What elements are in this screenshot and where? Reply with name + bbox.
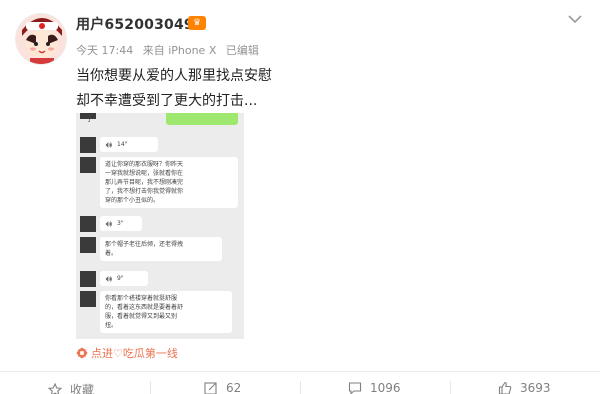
repost-icon [204, 382, 217, 394]
voice-duration: 9" [117, 275, 124, 282]
weibo-post: 用户6520030499 ♛ 今天 17:44 来自 iPhone X 已编辑 … [0, 0, 600, 394]
chat-message: 14" [80, 137, 158, 153]
chat-avatar [80, 157, 96, 173]
footer-separator [300, 381, 301, 394]
voice-icon [105, 275, 112, 282]
chat-screenshot-image[interactable]: 子 14" 道让你穿的那衣服呀？你昨天 一穿我就想说呢，张就看你在 那儿弄节目呢… [76, 113, 244, 339]
post-meta: 今天 17:44 来自 iPhone X 已编辑 [76, 42, 265, 58]
thumbs-up-icon [498, 381, 512, 394]
post-time[interactable]: 今天 17:44 [76, 44, 133, 57]
avatar[interactable] [15, 13, 67, 65]
vip-icon: ♛ [188, 16, 206, 30]
post-source: 来自 iPhone X [142, 44, 217, 57]
text-bubble: 道让你穿的那衣服呀？你昨天 一穿我就想说呢，张就看你在 那儿弄节目呢，我不想刚凑… [100, 157, 238, 208]
voice-bubble: 14" [100, 137, 158, 152]
chat-avatar [80, 271, 96, 287]
chat-message: 道让你穿的那衣服呀？你昨天 一穿我就想说呢，张就看你在 那儿弄节目呢，我不想刚凑… [80, 157, 238, 208]
chat-message: 你看那个褡褛穿着就挺舒服 的，看着这东西就是要着着舒 服，看着就觉得又到最又别 … [80, 291, 232, 333]
source-link[interactable]: 点进♡吃瓜第一线 [76, 345, 178, 361]
chevron-down-icon[interactable] [568, 14, 582, 24]
voice-duration: 3" [117, 220, 124, 227]
comment-icon [348, 382, 362, 394]
favorite-label: 收藏 [70, 383, 95, 394]
footer-divider [0, 371, 600, 372]
post-text-line: 却不幸遭受到了更大的打击... [76, 93, 258, 109]
chat-message: 那个帽子老往后倾，还老得拽 着。 [80, 237, 222, 261]
username[interactable]: 用户6520030499 [76, 14, 204, 34]
voice-icon [105, 220, 112, 227]
green-bubble [166, 113, 238, 125]
voice-duration: 14" [117, 141, 128, 148]
voice-icon [105, 141, 112, 148]
favorite-button[interactable]: 收藏 [48, 381, 94, 394]
text-bubble: 你看那个褡褛穿着就挺舒服 的，看着这东西就是要着着舒 服，看着就觉得又到最又别 … [100, 291, 232, 333]
text-bubble: 那个帽子老往后倾，还老得拽 着。 [100, 237, 222, 261]
chat-avatar [80, 137, 96, 153]
chat-avatar [80, 291, 96, 307]
chat-avatar [80, 216, 96, 232]
repost-count: 62 [226, 381, 242, 394]
chat-message: 3" [80, 216, 142, 232]
chat-message: 9" [80, 271, 148, 287]
comment-button[interactable]: 1096 [348, 381, 401, 394]
like-count: 3693 [520, 381, 551, 394]
voice-bubble: 3" [100, 216, 142, 231]
post-text-line: 当你想要从爱的人那里找点安慰 [76, 68, 272, 84]
like-button[interactable]: 3693 [498, 381, 551, 394]
avatar-image [16, 14, 66, 64]
source-link-label[interactable]: 点进♡吃瓜第一线 [91, 345, 178, 361]
repost-button[interactable]: 62 [204, 381, 241, 394]
post-text: 当你想要从爱的人那里找点安慰 却不幸遭受到了更大的打击... [76, 64, 272, 114]
edited-label[interactable]: 已编辑 [226, 44, 259, 57]
chat-avatar [80, 237, 96, 253]
chat-top-text: 子 [86, 115, 93, 123]
comment-count: 1096 [370, 381, 401, 394]
footer-separator [150, 381, 151, 394]
voice-bubble: 9" [100, 271, 148, 286]
flower-icon [76, 347, 88, 359]
footer-separator [450, 381, 451, 394]
star-icon [48, 382, 62, 394]
